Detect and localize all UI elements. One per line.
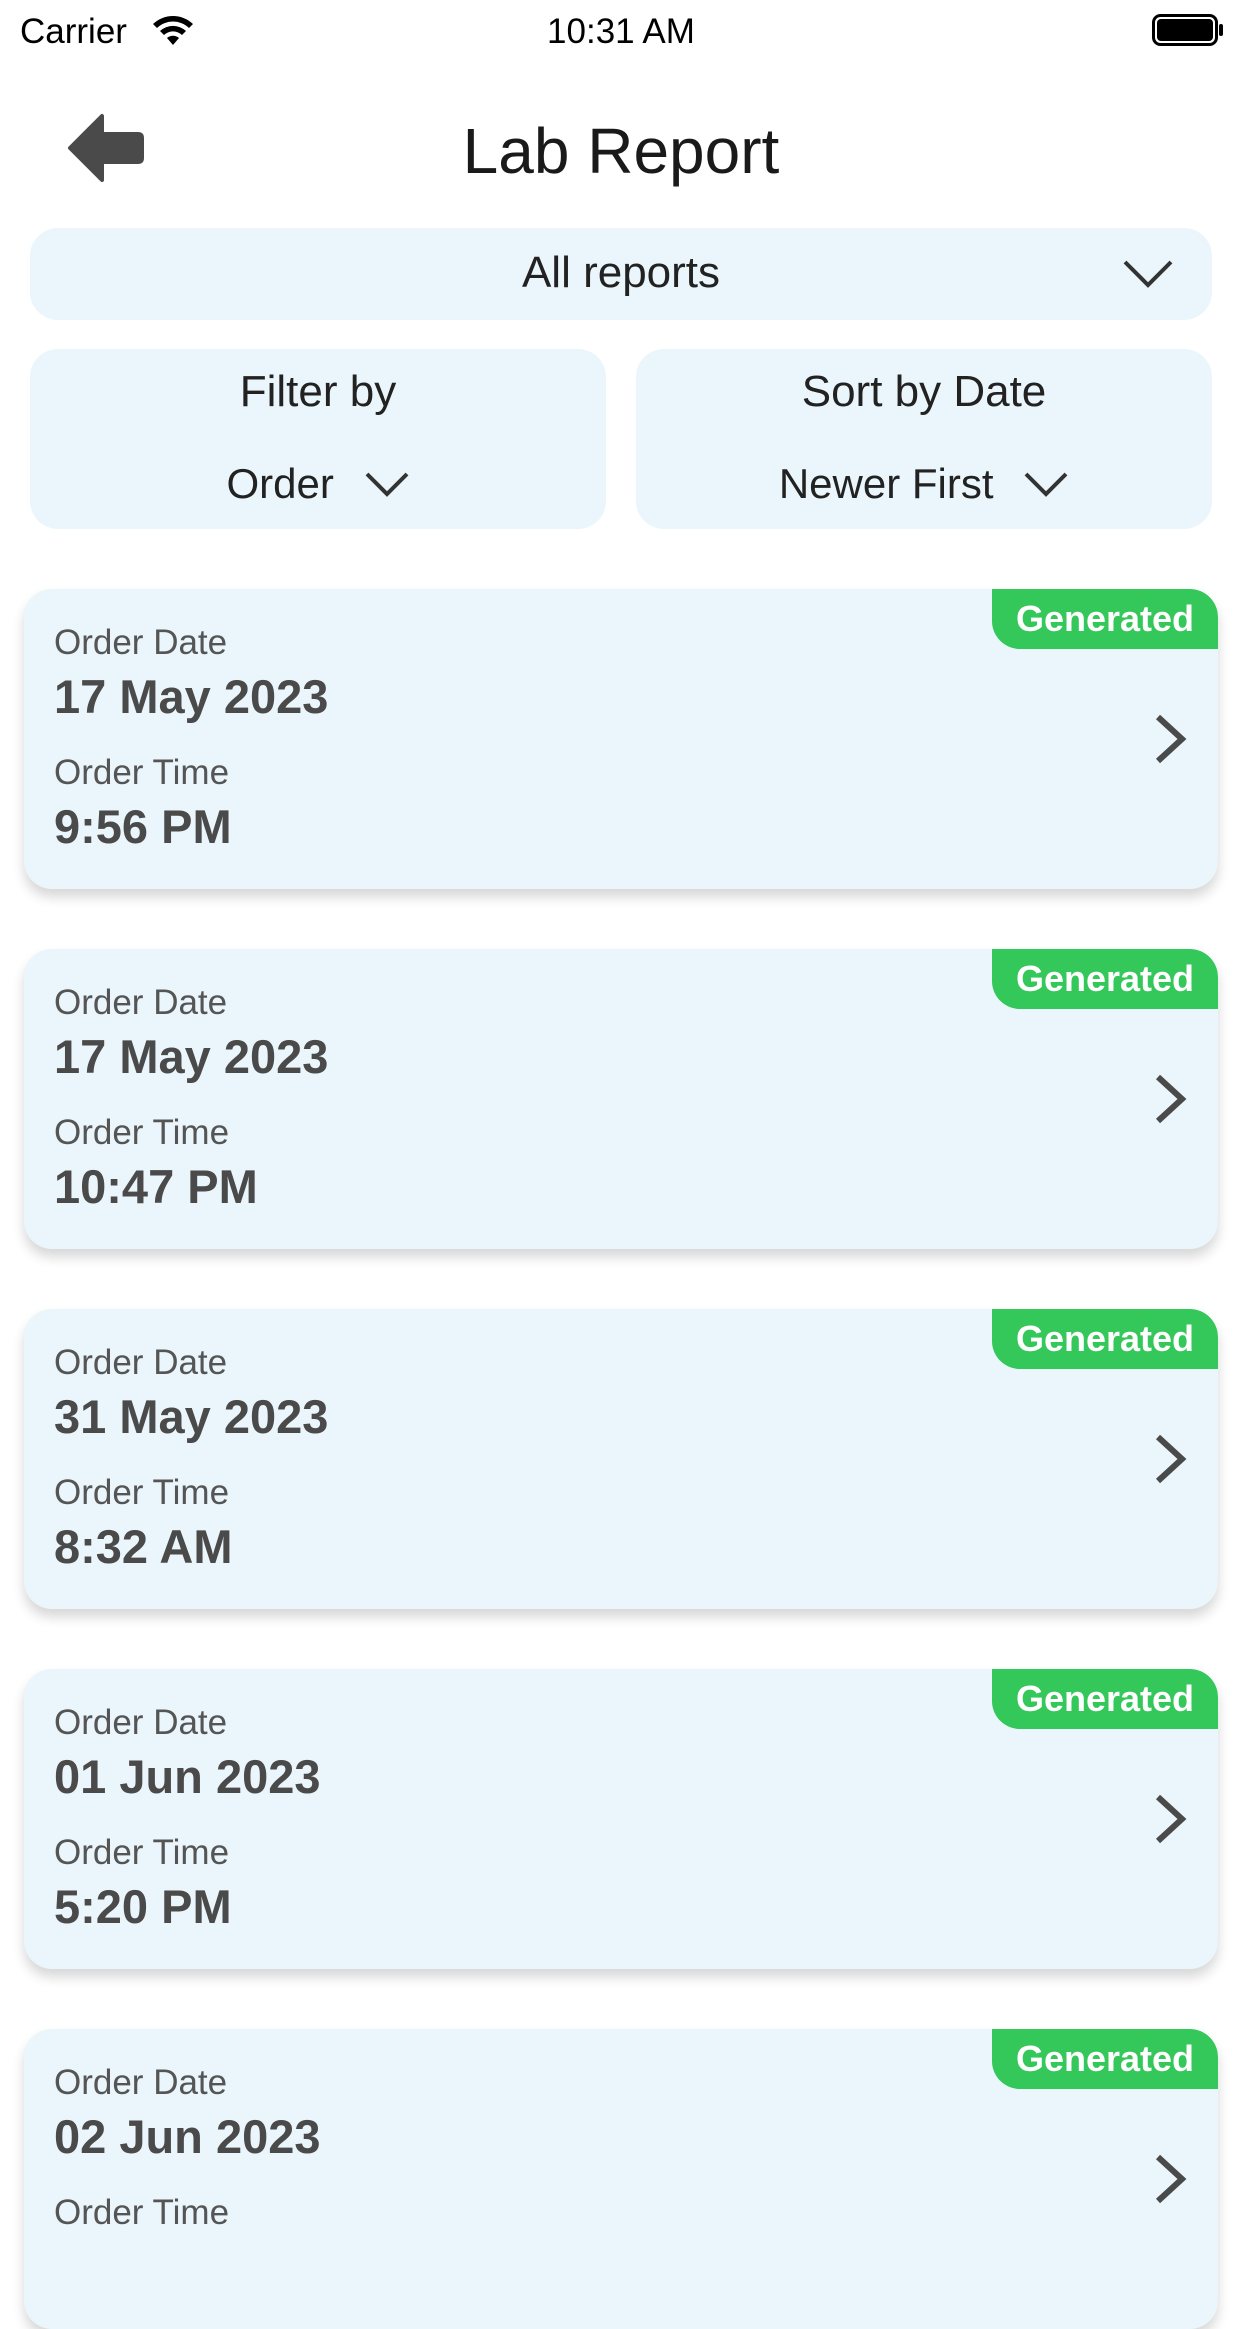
order-card[interactable]: Generated Order Date 31 May 2023 Order T… — [24, 1309, 1218, 1609]
order-card[interactable]: Generated Order Date 17 May 2023 Order T… — [24, 949, 1218, 1249]
nav-bar: Lab Report — [0, 90, 1242, 210]
order-card[interactable]: Generated Order Date 01 Jun 2023 Order T… — [24, 1669, 1218, 1969]
sort-by-label: Sort by Date — [801, 367, 1047, 416]
chevron-down-icon — [1024, 472, 1068, 497]
report-type-selected: All reports — [521, 248, 721, 297]
sort-by-date-dropdown[interactable]: Sort by Date Newer First — [636, 349, 1212, 529]
filter-by-dropdown[interactable]: Filter by Order — [30, 349, 606, 529]
sort-by-value: Newer First — [778, 459, 994, 507]
order-time-label: Order Time — [54, 753, 230, 792]
status-badge: Generated — [992, 2029, 1218, 2089]
chevron-right-icon — [1155, 1074, 1187, 1124]
order-date-value: 17 May 2023 — [54, 670, 329, 723]
report-type-dropdown[interactable]: All reports — [30, 228, 1212, 320]
chevron-down-icon — [1123, 260, 1173, 288]
order-time-value: 9:56 PM — [54, 800, 232, 853]
status-badge: Generated — [992, 949, 1218, 1009]
filter-by-value: Order — [226, 459, 334, 507]
status-badge: Generated — [992, 1669, 1218, 1729]
order-time-label: Order Time — [54, 1833, 230, 1872]
order-time-value: 8:32 AM — [54, 1520, 233, 1573]
order-time-label: Order Time — [54, 2193, 230, 2232]
order-card[interactable]: Generated Order Date 02 Jun 2023 Order T… — [24, 2029, 1218, 2329]
status-bar: Carrier 10:31 AM — [0, 0, 1242, 62]
status-badge: Generated — [992, 1309, 1218, 1369]
order-date-value: 02 Jun 2023 — [54, 2110, 321, 2163]
order-date-label: Order Date — [54, 1343, 228, 1382]
sort-by-value-row: Newer First — [636, 457, 1212, 508]
order-time-value: 5:20 PM — [54, 1880, 232, 1933]
battery-icon — [1152, 14, 1223, 46]
order-card[interactable]: Generated Order Date 17 May 2023 Order T… — [24, 589, 1218, 889]
order-date-value: 31 May 2023 — [54, 1390, 329, 1443]
order-date-label: Order Date — [54, 2063, 228, 2102]
order-date-label: Order Date — [54, 983, 228, 1022]
order-date-value: 01 Jun 2023 — [54, 1750, 321, 1803]
order-date-label: Order Date — [54, 1703, 228, 1742]
chevron-right-icon — [1155, 714, 1187, 764]
order-date-value: 17 May 2023 — [54, 1030, 329, 1083]
order-time-label: Order Time — [54, 1473, 230, 1512]
order-time-value: 10:47 PM — [54, 1160, 258, 1213]
order-date-label: Order Date — [54, 623, 228, 662]
filter-by-label: Filter by — [239, 367, 397, 416]
filter-by-value-row: Order — [30, 457, 606, 508]
order-time-label: Order Time — [54, 1113, 230, 1152]
chevron-right-icon — [1155, 2154, 1187, 2204]
status-time: 10:31 AM — [547, 12, 695, 51]
chevron-right-icon — [1155, 1434, 1187, 1484]
chevron-right-icon — [1155, 1794, 1187, 1844]
status-badge: Generated — [992, 589, 1218, 649]
page-title: Lab Report — [462, 115, 780, 187]
chevron-down-icon — [365, 472, 408, 497]
